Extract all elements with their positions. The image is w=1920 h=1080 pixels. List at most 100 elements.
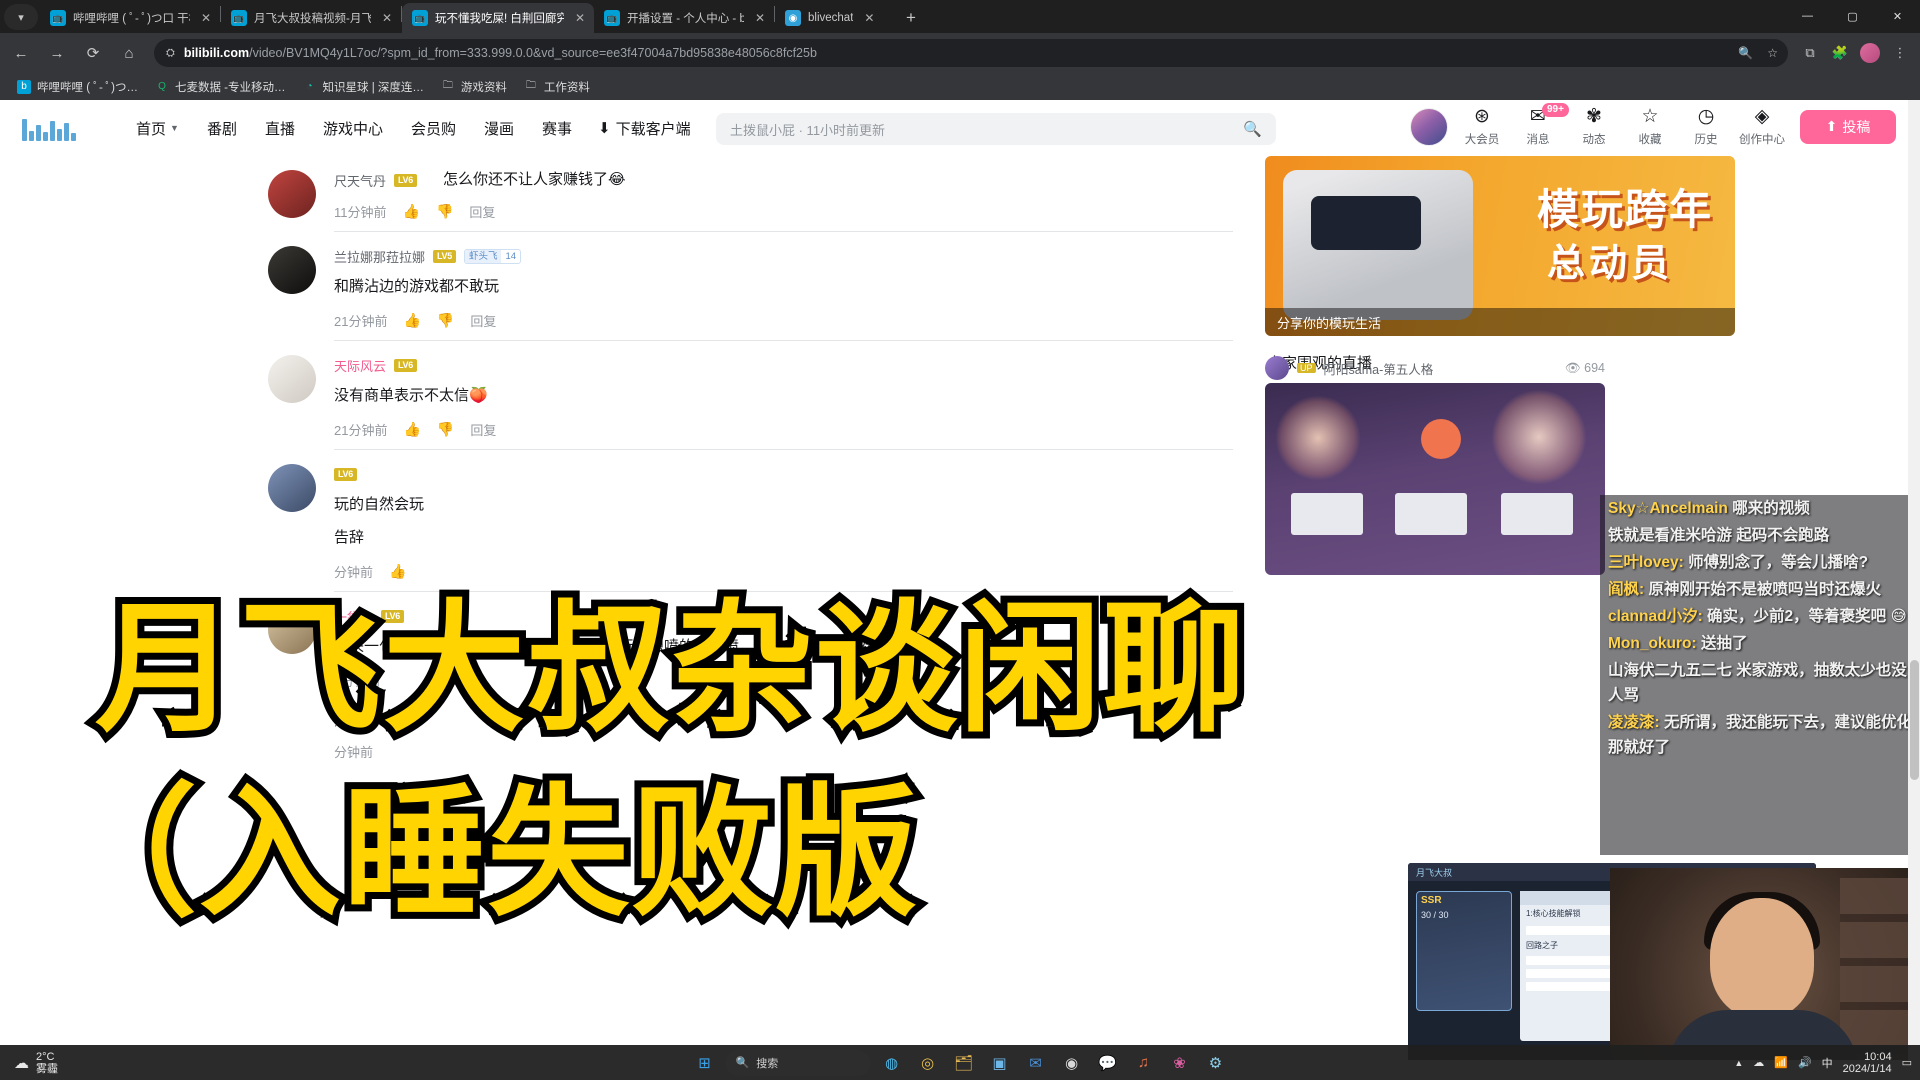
nav-item-vip-shop[interactable]: 会员购	[397, 118, 470, 139]
header-item-creator[interactable]: ◈ 创作中心	[1734, 106, 1790, 147]
avatar[interactable]	[268, 464, 316, 512]
header-item-dynamic[interactable]: ✾ 动态	[1566, 106, 1622, 147]
network-icon[interactable]: 📶	[1774, 1056, 1788, 1069]
page-scrollbar[interactable]	[1908, 100, 1920, 1060]
browser-tab[interactable]: ◉ blivechat ✕	[775, 3, 893, 33]
bookmark-folder[interactable]: 🗀 游戏资料	[434, 76, 514, 98]
search-input[interactable]: 土拨鼠小屁 · 11小时前更新 🔍	[716, 113, 1276, 145]
bookmark-item[interactable]: Q 七麦数据 -专业移动…	[148, 76, 293, 98]
extensions-icon[interactable]: 🧩	[1826, 39, 1854, 67]
streamer-name[interactable]: 阿阳sama-第五人格	[1324, 359, 1434, 378]
music-icon[interactable]: ♫	[1129, 1049, 1159, 1077]
nav-item-manga[interactable]: 漫画	[470, 118, 528, 139]
photos-icon[interactable]: ❀	[1165, 1049, 1195, 1077]
taskbar-search[interactable]: 🔍 搜索	[725, 1049, 871, 1076]
close-window-icon[interactable]: ✕	[1875, 0, 1920, 32]
store-icon[interactable]: ▣	[985, 1049, 1015, 1077]
reply-button[interactable]: 回复	[470, 420, 496, 439]
search-icon[interactable]: 🔍	[1243, 120, 1262, 138]
clock[interactable]: 10:04 2024/1/14	[1843, 1051, 1892, 1075]
browser-tab[interactable]: 哔哩哔哩 ( ﾟ- ﾟ)つ口 干杯~-bi ✕	[40, 3, 220, 33]
ime-indicator[interactable]: 中	[1822, 1055, 1833, 1071]
upload-button[interactable]: ⬆ 投稿	[1800, 109, 1896, 144]
bookmark-folder[interactable]: 🗀 工作资料	[517, 76, 597, 98]
address-bar[interactable]: ⛭ bilibili.com/video/BV1MQ4y1L7oc/?spm_i…	[154, 39, 1788, 67]
streamer-avatar[interactable]	[1265, 356, 1289, 380]
bookmark-item[interactable]: b 哔哩哔哩 ( ﾟ- ﾟ)つ…	[10, 76, 145, 98]
zoom-icon[interactable]: 🔍	[1738, 46, 1753, 60]
maximize-icon[interactable]: ▢	[1830, 0, 1875, 32]
nav-item-game-center[interactable]: 游戏中心	[309, 118, 397, 139]
download-client-label: 下载客户端	[615, 120, 691, 138]
mail-icon[interactable]: ✉	[1021, 1049, 1051, 1077]
close-icon[interactable]: ✕	[198, 10, 214, 26]
thumbs-up-icon[interactable]: 👍	[389, 563, 406, 580]
live-chat-panel[interactable]: Sky☆Ancelmain 哪来的视频 铁就是看准米哈游 起码不会跑路 三叶lo…	[1600, 495, 1920, 855]
nav-item-bangumi[interactable]: 番剧	[193, 118, 251, 139]
header-item-history[interactable]: ◷ 历史	[1678, 106, 1734, 147]
tab-search-button[interactable]: ▾	[4, 4, 38, 30]
comment-author[interactable]: 洞主-	[334, 711, 364, 730]
header-item-favorites[interactable]: ☆ 收藏	[1622, 106, 1678, 147]
close-icon[interactable]: ✕	[572, 10, 588, 26]
site-settings-icon[interactable]: ⛭	[166, 47, 175, 60]
new-tab-button[interactable]: +	[897, 4, 925, 32]
comment-author[interactable]: 天际风云	[334, 356, 386, 375]
reply-button[interactable]: 回复	[469, 202, 495, 221]
scrollbar-thumb[interactable]	[1910, 660, 1919, 780]
obs-icon[interactable]: ◉	[1057, 1049, 1087, 1077]
reply-button[interactable]: 回复	[470, 311, 496, 330]
browser-tab[interactable]: 开播设置 - 个人中心 - bilibili l ✕	[594, 3, 774, 33]
thumbs-up-icon[interactable]: 👍	[403, 203, 420, 220]
nav-item-home[interactable]: 首页 ▼	[122, 118, 193, 139]
home-icon[interactable]: ⌂	[114, 38, 144, 68]
windows-icon[interactable]: ⊞	[690, 1049, 720, 1077]
comment-author[interactable]: 兰拉娜那菈拉娜	[334, 247, 425, 266]
menu-icon[interactable]: ⋮	[1886, 39, 1914, 67]
comment-author[interactable]: 一袋兔	[334, 607, 373, 626]
header-item-messages[interactable]: ✉ 99+ 消息	[1510, 103, 1569, 147]
explorer-icon[interactable]: 🗂	[949, 1049, 979, 1077]
thumbs-up-icon[interactable]: 👍	[403, 421, 420, 438]
bookmark-item[interactable]: ◔ 知识星球 | 深度连…	[296, 76, 431, 98]
avatar[interactable]	[268, 355, 316, 403]
bilibili-logo[interactable]	[22, 115, 100, 141]
thumbs-down-icon[interactable]: 👎	[436, 203, 453, 220]
forward-icon[interactable]: →	[42, 38, 72, 68]
thumbs-up-icon[interactable]: 👍	[403, 312, 420, 329]
browser-tab[interactable]: 月飞大叔投稿视频-月飞大叔视 ✕	[221, 3, 401, 33]
user-avatar[interactable]	[1410, 107, 1448, 146]
live-stream-card[interactable]	[1265, 383, 1605, 575]
reload-icon[interactable]: ⟳	[78, 38, 108, 68]
thumbs-down-icon[interactable]: 👎	[437, 312, 454, 329]
notifications-icon[interactable]: ▭	[1902, 1056, 1912, 1069]
avatar[interactable]	[268, 170, 316, 218]
nav-item-live[interactable]: 直播	[251, 118, 309, 139]
profile-avatar[interactable]	[1856, 39, 1884, 67]
avatar[interactable]	[268, 606, 316, 654]
chevron-up-icon[interactable]: ▲	[1734, 1058, 1743, 1068]
star-icon[interactable]: ☆	[1767, 46, 1778, 60]
chat-text: 哪来的视频	[1732, 500, 1810, 517]
settings-icon[interactable]: ⚙	[1201, 1049, 1231, 1077]
volume-icon[interactable]: 🔊	[1798, 1056, 1812, 1069]
close-icon[interactable]: ✕	[379, 10, 395, 26]
chat-icon[interactable]: 💬	[1093, 1049, 1123, 1077]
edge-icon[interactable]: ◍	[877, 1049, 907, 1077]
promo-banner[interactable]: 模玩跨年 总动员 分享你的模玩生活	[1265, 156, 1735, 336]
download-client-button[interactable]: ⬇ 下载客户端	[586, 118, 691, 139]
browser-tab-active[interactable]: 玩不懂我吃屎! 白荆回廊究极上 ✕	[402, 3, 594, 33]
weather-widget[interactable]: ☁ 2°C 雾霾	[0, 1051, 150, 1075]
cloud-icon[interactable]: ☁	[1753, 1056, 1764, 1069]
nav-item-esports[interactable]: 赛事	[528, 118, 586, 139]
split-screen-icon[interactable]: ⧉	[1796, 39, 1824, 67]
close-icon[interactable]: ✕	[752, 10, 768, 26]
comment-author[interactable]: 尺天气丹	[334, 171, 386, 190]
chrome-icon[interactable]: ◎	[913, 1049, 943, 1077]
avatar[interactable]	[268, 246, 316, 294]
close-icon[interactable]: ✕	[861, 10, 877, 26]
thumbs-down-icon[interactable]: 👎	[437, 421, 454, 438]
minimize-icon[interactable]: —	[1785, 0, 1830, 32]
back-icon[interactable]: ←	[6, 38, 36, 68]
header-item-vip[interactable]: ⊛ 大会员	[1454, 106, 1510, 147]
